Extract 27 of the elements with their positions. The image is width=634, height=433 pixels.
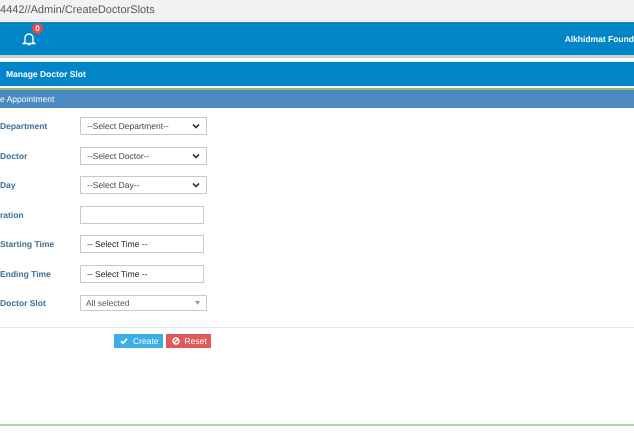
- section-title: e Appointment: [0, 94, 54, 104]
- select-field[interactable]: --Select Doctor--: [80, 146, 207, 165]
- chevron-down-icon: [192, 182, 200, 188]
- reset-button[interactable]: Reset: [166, 334, 211, 348]
- page-title: Manage Doctor Slot: [6, 69, 86, 79]
- organization-name: Alkhidmat Found: [564, 34, 634, 44]
- caret-icon: [195, 301, 200, 306]
- field-label: Department: [0, 121, 48, 132]
- multiselect-field[interactable]: All selected: [80, 295, 207, 312]
- select-field[interactable]: --Select Day--: [80, 176, 207, 194]
- url-text[interactable]: 4442//Admin/CreateDoctorSlots: [0, 4, 155, 16]
- field-label: Ending Time: [0, 268, 52, 279]
- chevron-down-icon: [192, 152, 200, 159]
- field-label: Starting Time: [0, 239, 56, 250]
- input-field[interactable]: -- Select Time --: [80, 235, 204, 254]
- field-label: Doctor Slot: [0, 298, 47, 308]
- field-label: ration: [0, 210, 25, 220]
- notification-badge: 0: [32, 22, 43, 34]
- chevron-down-icon: [192, 123, 200, 130]
- bell-icon[interactable]: [22, 32, 36, 46]
- ban-icon: [172, 336, 180, 344]
- input-field[interactable]: [80, 206, 204, 224]
- field-label: Doctor: [0, 150, 28, 161]
- check-icon: [120, 336, 128, 344]
- select-field[interactable]: --Select Department--: [80, 117, 207, 136]
- field-label: Day: [0, 180, 17, 190]
- input-field[interactable]: -- Select Time --: [80, 264, 204, 283]
